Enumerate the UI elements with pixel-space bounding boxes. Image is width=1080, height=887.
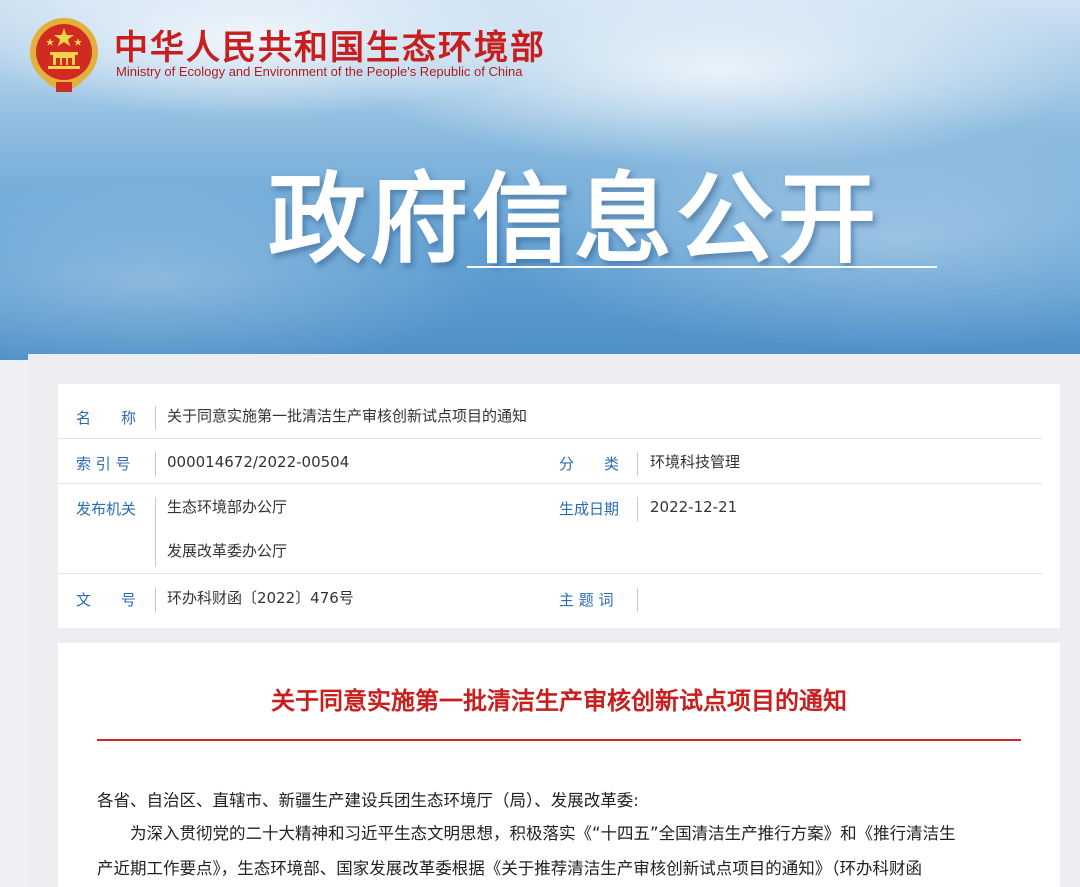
ministry-name-en[interactable]: Ministry of Ecology and Environment of t… xyxy=(116,64,522,79)
body-line-1: 为深入贯彻党的二十大精神和习近平生态文明思想，积极落实《“十四五”全国清洁生产推… xyxy=(97,824,956,843)
publisher-value-1: 生态环境部办公厅 xyxy=(167,498,288,516)
date-value: 2022-12-21 xyxy=(650,498,738,516)
banner-divider xyxy=(467,266,937,268)
row-divider xyxy=(58,438,1042,439)
divider xyxy=(155,588,156,612)
national-emblem-icon xyxy=(30,18,98,92)
document-card xyxy=(58,643,1060,887)
divider xyxy=(155,406,156,430)
category-value: 环境科技管理 xyxy=(650,453,741,471)
divider xyxy=(155,452,156,476)
publisher-value-2: 发展改革委办公厅 xyxy=(167,542,288,560)
index-label: 索 引 号 xyxy=(76,455,131,473)
divider xyxy=(155,497,156,567)
row-divider xyxy=(58,573,1042,574)
banner-title: 政府信息公开 xyxy=(268,163,881,277)
category-label: 分 类 xyxy=(559,455,620,473)
salutation: 各省、自治区、直辖市、新疆生产建设兵团生态环境厅（局）、发展改革委: xyxy=(97,791,639,810)
ministry-name-cn[interactable]: 中华人民共和国生态环境部 xyxy=(114,20,546,69)
index-value: 000014672/2022-00504 xyxy=(167,453,350,471)
docno-value: 环办科财函〔2022〕476号 xyxy=(167,589,354,607)
divider xyxy=(637,452,638,476)
body-line-2: 产近期工作要点》，生态环境部、国家发展改革委根据《关于推荐清洁生产审核创新试点项… xyxy=(97,859,922,878)
document-title: 关于同意实施第一批清洁生产审核创新试点项目的通知 xyxy=(271,687,847,715)
docno-label: 文 号 xyxy=(76,591,137,609)
divider xyxy=(637,588,638,612)
name-value: 关于同意实施第一批清洁生产审核创新试点项目的通知 xyxy=(167,407,528,425)
title-rule xyxy=(97,739,1021,741)
publisher-label: 发布机关 xyxy=(76,500,137,518)
banner: 中华人民共和国生态环境部 Ministry of Ecology and Env… xyxy=(0,0,1080,360)
name-label: 名 称 xyxy=(76,409,137,427)
keywords-label: 主 题 词 xyxy=(559,591,614,609)
row-divider xyxy=(58,483,1042,484)
date-label: 生成日期 xyxy=(559,500,620,518)
divider xyxy=(637,497,638,521)
